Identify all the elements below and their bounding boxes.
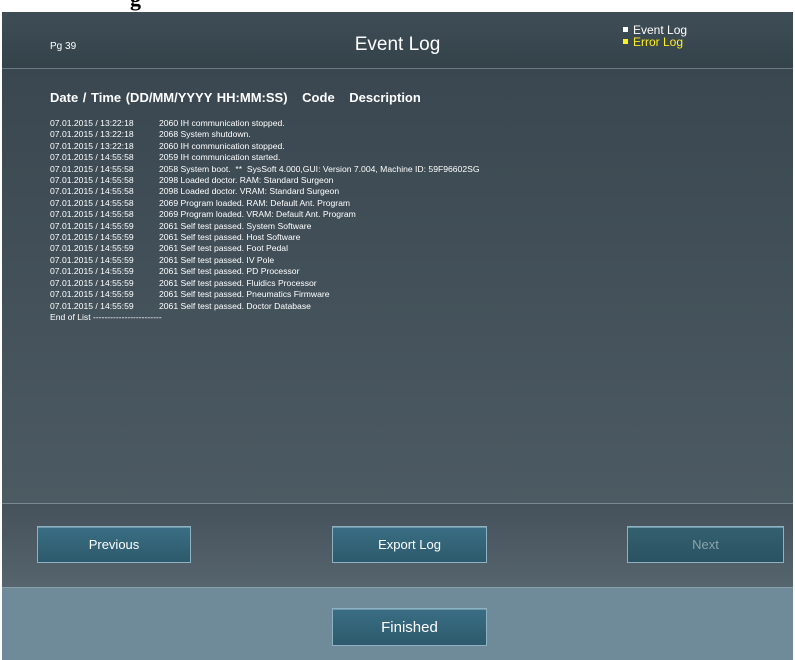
log-entry-text: 2058 System boot. ** SysSoft 4.000,GUI: …	[159, 163, 480, 174]
header-bar: Pg 39 Event Log Event Log Error Log	[2, 12, 793, 69]
previous-button[interactable]: Previous	[37, 526, 191, 563]
log-entry-datetime: 07.01.2015 / 14:55:58	[50, 186, 134, 197]
log-entry-row: 07.01.2015 / 14:55:59 2061 Self test pass…	[50, 255, 480, 266]
log-entry-datetime: 07.01.2015 / 14:55:59	[50, 232, 134, 243]
log-entry-text: 2059 IH communication started.	[159, 152, 281, 163]
log-entry-text: 2061 Self test passed. System Software	[159, 220, 312, 231]
log-entry-text: 2060 IH communication stopped.	[159, 140, 285, 151]
caption-fragment: g	[0, 0, 795, 12]
log-entry-text: 2061 Self test passed. Foot Pedal	[159, 243, 288, 254]
log-entry-row: 07.01.2015 / 14:55:59 2061 Self test pass…	[50, 289, 480, 300]
log-column-headers: Date / Time (DD/MM/YYYY HH:MM:SS) Code D…	[50, 90, 431, 105]
finished-button[interactable]: Finished	[332, 608, 487, 646]
log-entry-row: 07.01.2015 / 13:22:18 2060 IH communicati…	[50, 118, 480, 129]
caption-fragment-text: g	[130, 0, 141, 12]
log-entry-datetime: 07.01.2015 / 14:55:59	[50, 243, 134, 254]
log-entry-text: 2061 Self test passed. Fluidics Processo…	[159, 277, 317, 288]
log-entry-datetime: 07.01.2015 / 14:55:59	[50, 289, 134, 300]
log-entry-row: 07.01.2015 / 14:55:59 2061 Self test pass…	[50, 266, 480, 277]
log-entry-text: 2098 Loaded doctor. RAM: Standard Surgeo…	[159, 175, 334, 186]
log-entry-datetime: 07.01.2015 / 14:55:58	[50, 209, 134, 220]
log-entry-text: 2068 System shutdown.	[159, 129, 251, 140]
log-entry-datetime: 07.01.2015 / 14:55:59	[50, 277, 134, 288]
log-entry-row: 07.01.2015 / 14:55:58 2058 System boot. *…	[50, 164, 480, 175]
log-entry-text: 2061 Self test passed. Pneumatics Firmwa…	[159, 289, 330, 300]
log-entry-datetime: 07.01.2015 / 14:55:59	[50, 254, 134, 265]
log-entry-datetime: 07.01.2015 / 14:55:58	[50, 163, 134, 174]
log-entry-datetime: 07.01.2015 / 14:55:59	[50, 266, 134, 277]
square-bullet-icon	[623, 27, 628, 32]
log-entry-datetime: 07.01.2015 / 14:55:59	[50, 300, 134, 311]
log-entry-row: 07.01.2015 / 14:55:59 2061 Self test pass…	[50, 243, 480, 254]
log-entry-text: 2061 Self test passed. Host Software	[159, 232, 301, 243]
log-entry-text: 2060 IH communication stopped.	[159, 118, 285, 128]
log-entry-row: 07.01.2015 / 13:22:18 2060 IH communicati…	[50, 141, 480, 152]
log-entry-datetime: 07.01.2015 / 13:22:18	[50, 140, 134, 151]
column-header-code: Code	[302, 90, 335, 105]
log-panel: Date / Time (DD/MM/YYYY HH:MM:SS) Code D…	[2, 69, 793, 504]
column-header-description: Description	[349, 90, 421, 105]
log-entry-row: 07.01.2015 / 14:55:58 2098 Loaded doctor.…	[50, 186, 480, 197]
log-entry-text: 2061 Self test passed. IV Pole	[159, 254, 275, 265]
log-entry-datetime: 07.01.2015 / 13:22:18	[50, 129, 134, 140]
log-entry-text: 2069 Program loaded. VRAM: Default Ant. …	[159, 209, 356, 220]
log-entry-list[interactable]: 07.01.2015 / 13:22:18 2060 IH communicati…	[50, 118, 480, 323]
log-entry-datetime: 07.01.2015 / 13:22:18	[50, 118, 134, 128]
log-entry-row: 07.01.2015 / 14:55:59 2061 Self test pass…	[50, 221, 480, 232]
log-entry-datetime: 07.01.2015 / 14:55:58	[50, 197, 134, 208]
export-log-button[interactable]: Export Log	[332, 526, 487, 563]
column-header-datetime: Date / Time (DD/MM/YYYY HH:MM:SS)	[50, 90, 288, 105]
log-entry-text: 2098 Loaded doctor. VRAM: Standard Surge…	[159, 186, 340, 197]
footer-bar: Finished	[2, 588, 793, 660]
event-log-screen: Pg 39 Event Log Event Log Error Log Date…	[2, 12, 793, 660]
log-entry-text: 2061 Self test passed. PD Processor	[159, 266, 300, 277]
log-entry-row: 07.01.2015 / 13:22:18 2068 System shutdow…	[50, 129, 480, 140]
log-entry-row: 07.01.2015 / 14:55:59 2061 Self test pass…	[50, 301, 480, 312]
log-entry-datetime: 07.01.2015 / 14:55:58	[50, 152, 134, 163]
error-log-option[interactable]: Error Log	[622, 36, 687, 48]
log-entry-row: 07.01.2015 / 14:55:58 2069 Program loaded…	[50, 198, 480, 209]
log-entry-text: 2069 Program loaded. RAM: Default Ant. P…	[159, 197, 351, 208]
square-bullet-icon	[623, 39, 628, 44]
next-button[interactable]: Next	[627, 526, 784, 563]
log-entry-row: 07.01.2015 / 14:55:58 2059 IH communicati…	[50, 152, 480, 163]
log-entry-text: 2061 Self test passed. Doctor Database	[159, 300, 311, 311]
log-entry-row: 07.01.2015 / 14:55:58 2069 Program loaded…	[50, 209, 480, 220]
log-entry-row: 07.01.2015 / 14:55:59 2061 Self test pass…	[50, 278, 480, 289]
end-of-list-marker: End of List ------------------------	[50, 311, 162, 322]
log-type-selector: Event Log Error Log	[622, 24, 687, 48]
log-entry-row: 07.01.2015 / 14:55:58 2098 Loaded doctor.…	[50, 175, 480, 186]
log-entry-datetime: 07.01.2015 / 14:55:59	[50, 220, 134, 231]
log-entry-row: 07.01.2015 / 14:55:59 2061 Self test pass…	[50, 232, 480, 243]
error-log-option-label: Error Log	[633, 35, 684, 49]
navigation-bar: Previous Export Log Next	[2, 504, 793, 588]
log-entry-datetime: 07.01.2015 / 14:55:58	[50, 175, 134, 186]
